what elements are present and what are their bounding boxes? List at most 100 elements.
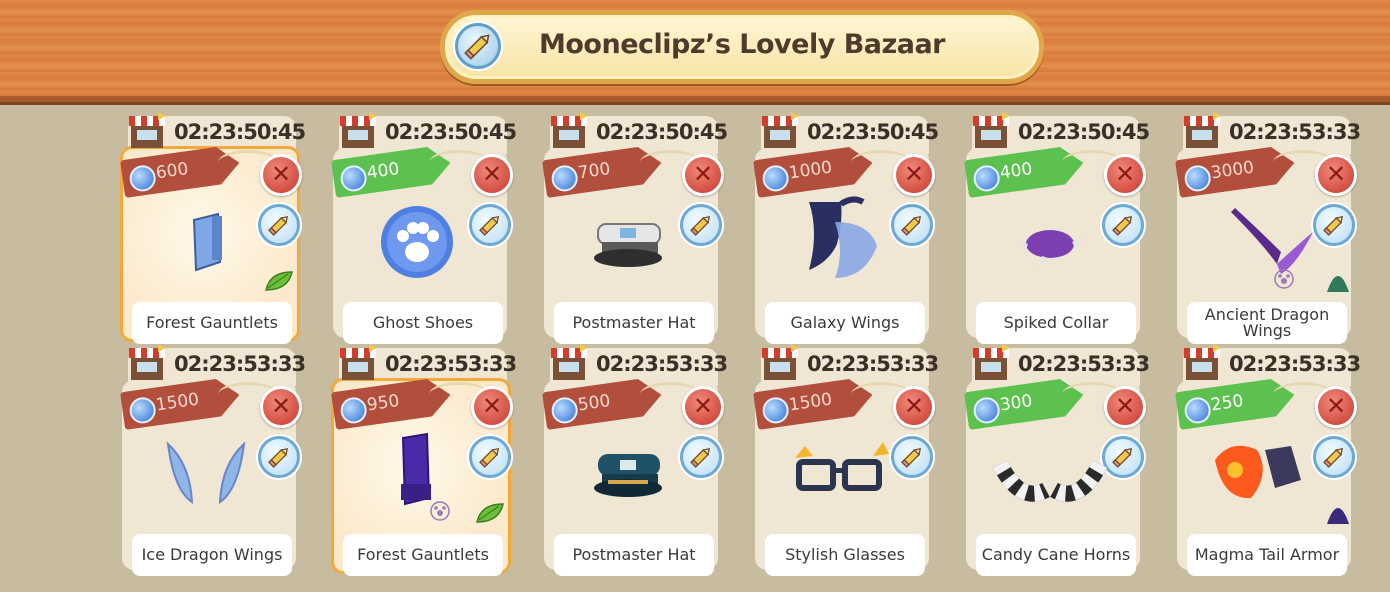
gem-icon (128, 164, 157, 193)
shop-item-card[interactable]: 02:23:50:45 700 ✕ Postmaster Hat (540, 108, 728, 344)
shop-item-card[interactable]: 02:23:53:33 1500 ✕ Stylish Glasses (751, 340, 939, 576)
item-image (779, 424, 899, 524)
remove-item-button[interactable]: ✕ (471, 154, 513, 196)
item-name: Stylish Glasses (785, 545, 905, 564)
shop-item-card[interactable]: 02:23:53:33 3000 ✕ Ancient Dragon Wings (1173, 108, 1361, 344)
shop-stall-icon (550, 110, 588, 150)
remove-item-button[interactable]: ✕ (1104, 386, 1146, 428)
item-image (357, 424, 477, 524)
item-image (1201, 424, 1321, 524)
remove-item-button[interactable]: ✕ (682, 154, 724, 196)
shop-item-card[interactable]: 02:23:50:45 600 ✕ Forest Gauntlets (118, 108, 306, 344)
item-name-plate: Ghost Shoes (343, 302, 503, 344)
item-name: Ice Dragon Wings (141, 545, 283, 564)
close-icon: ✕ (270, 160, 292, 188)
close-icon: ✕ (1114, 392, 1136, 420)
close-icon: ✕ (903, 392, 925, 420)
shop-item-card[interactable]: 02:23:50:45 400 ✕ Spiked Collar (962, 108, 1150, 344)
item-image (779, 192, 899, 292)
shop-item-card[interactable]: 02:23:53:33 1500 ✕ Ice Dragon Wings (118, 340, 306, 576)
item-image (146, 192, 266, 292)
item-name: Forest Gauntlets (357, 545, 489, 564)
item-image (1201, 192, 1321, 292)
close-icon: ✕ (692, 392, 714, 420)
gem-icon (972, 396, 1001, 425)
item-price: 400 (365, 159, 401, 184)
item-timer: 02:23:53:33 (385, 352, 517, 376)
remove-item-button[interactable]: ✕ (1315, 386, 1357, 428)
remove-item-button[interactable]: ✕ (1104, 154, 1146, 196)
item-price: 300 (998, 391, 1034, 416)
close-icon: ✕ (1325, 160, 1347, 188)
item-timer: 02:23:50:45 (174, 120, 306, 144)
item-image (146, 424, 266, 524)
gem-icon (339, 164, 368, 193)
item-name-plate: Spiked Collar (976, 302, 1136, 344)
gem-icon (761, 164, 790, 193)
item-name-plate: Postmaster Hat (554, 302, 714, 344)
shop-item-card[interactable]: 02:23:53:33 300 ✕ Candy Cane Horns (962, 340, 1150, 576)
shop-stall-icon (972, 342, 1010, 382)
item-name-plate: Postmaster Hat (554, 534, 714, 576)
item-name-plate: Forest Gauntlets (132, 302, 292, 344)
gem-icon (1183, 396, 1212, 425)
shop-item-card[interactable]: 02:23:50:45 400 ✕ Ghost Shoes (329, 108, 517, 344)
remove-item-button[interactable]: ✕ (682, 386, 724, 428)
item-name-plate: Stylish Glasses (765, 534, 925, 576)
item-name-plate: Magma Tail Armor (1187, 534, 1347, 576)
gem-icon (1183, 164, 1212, 193)
item-price: 1500 (787, 389, 834, 416)
item-image (568, 424, 688, 524)
item-price: 1500 (154, 389, 201, 416)
shop-stall-icon (339, 110, 377, 150)
item-name: Spiked Collar (1003, 313, 1109, 332)
item-name: Magma Tail Armor (1194, 545, 1340, 564)
remove-item-button[interactable]: ✕ (260, 386, 302, 428)
remove-item-button[interactable]: ✕ (893, 154, 935, 196)
shop-item-card[interactable]: 02:23:50:45 1000 ✕ Galaxy Wings (751, 108, 939, 344)
shop-item-card[interactable]: 02:23:53:33 250 ✕ Magma Tail Armor (1173, 340, 1361, 576)
pet-icon (429, 500, 451, 522)
remove-item-button[interactable]: ✕ (471, 386, 513, 428)
gem-icon (972, 164, 1001, 193)
item-image (990, 424, 1110, 524)
close-icon: ✕ (481, 392, 503, 420)
item-timer: 02:23:53:33 (596, 352, 728, 376)
item-image (568, 192, 688, 292)
item-name-plate: Forest Gauntlets (343, 534, 503, 576)
item-timer: 02:23:53:33 (1229, 352, 1361, 376)
item-name-plate: Ice Dragon Wings (132, 534, 292, 576)
item-timer: 02:23:50:45 (807, 120, 939, 144)
creature-icon (1323, 488, 1353, 528)
item-timer: 02:23:50:45 (385, 120, 517, 144)
item-timer: 02:23:53:33 (1229, 120, 1361, 144)
remove-item-button[interactable]: ✕ (260, 154, 302, 196)
close-icon: ✕ (1325, 392, 1347, 420)
item-name: Ancient Dragon Wings (1204, 305, 1330, 340)
item-price: 950 (365, 391, 401, 416)
item-name: Ghost Shoes (372, 313, 474, 332)
item-timer: 02:23:50:45 (1018, 120, 1150, 144)
shop-banner: Mooneclipz’s Lovely Bazaar (0, 0, 1390, 102)
remove-item-button[interactable]: ✕ (1315, 154, 1357, 196)
shop-stall-icon (761, 342, 799, 382)
item-name-plate: Galaxy Wings (765, 302, 925, 344)
item-timer: 02:23:53:33 (807, 352, 939, 376)
item-image (990, 192, 1110, 292)
item-name-plate: Ancient Dragon Wings (1187, 302, 1347, 344)
item-name: Postmaster Hat (572, 545, 696, 564)
item-name: Galaxy Wings (790, 313, 900, 332)
gem-icon (761, 396, 790, 425)
item-name: Postmaster Hat (572, 313, 696, 332)
item-price: 1000 (787, 157, 834, 184)
shop-stall-icon (972, 110, 1010, 150)
pet-icon (1273, 268, 1295, 290)
close-icon: ✕ (481, 160, 503, 188)
shop-item-card[interactable]: 02:23:53:33 950 ✕ Forest Gauntlets (329, 340, 517, 576)
close-icon: ✕ (1114, 160, 1136, 188)
item-timer: 02:23:50:45 (596, 120, 728, 144)
item-timer: 02:23:53:33 (174, 352, 306, 376)
remove-item-button[interactable]: ✕ (893, 386, 935, 428)
shop-item-card[interactable]: 02:23:53:33 500 ✕ Postmaster Hat (540, 340, 728, 576)
item-price: 400 (998, 159, 1034, 184)
